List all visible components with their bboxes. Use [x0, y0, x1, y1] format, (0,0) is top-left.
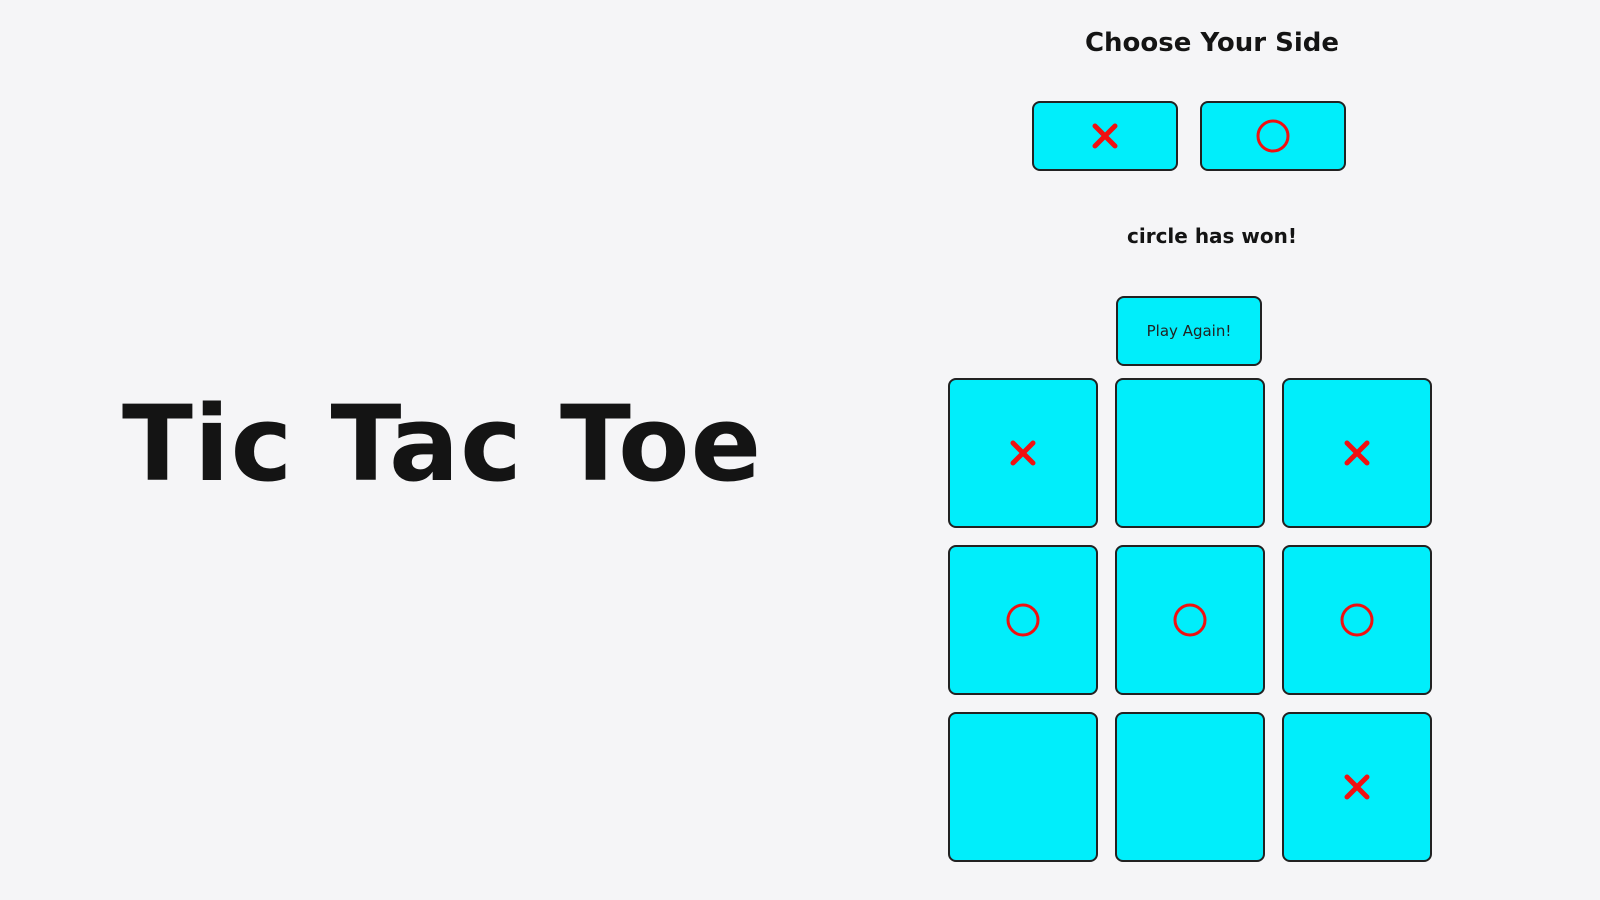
board-cell-1[interactable]	[948, 378, 1098, 528]
circle-icon	[1256, 119, 1290, 153]
side-picker-heading: Choose Your Side	[1084, 28, 1340, 58]
circle-icon	[1340, 603, 1374, 637]
board-cell-6[interactable]	[1282, 545, 1432, 695]
board-cell-3[interactable]	[1282, 378, 1432, 528]
cross-icon	[1344, 774, 1370, 800]
play-again-button[interactable]: Play Again!	[1116, 296, 1262, 366]
board-cell-9[interactable]	[1282, 712, 1432, 862]
choose-circle-button[interactable]	[1200, 101, 1346, 171]
game-board	[948, 378, 1432, 862]
game-status-message: circle has won!	[1127, 224, 1297, 248]
circle-icon	[1173, 603, 1207, 637]
page-title: Tic Tac Toe	[122, 383, 763, 505]
board-cell-2[interactable]	[1115, 378, 1265, 528]
board-cell-4[interactable]	[948, 545, 1098, 695]
circle-icon	[1006, 603, 1040, 637]
board-cell-7[interactable]	[948, 712, 1098, 862]
cross-icon	[1344, 440, 1370, 466]
cross-icon	[1092, 123, 1118, 149]
board-cell-8[interactable]	[1115, 712, 1265, 862]
board-cell-5[interactable]	[1115, 545, 1265, 695]
cross-icon	[1010, 440, 1036, 466]
game-page: Tic Tac Toe Choose Your Side circle has …	[0, 0, 1600, 900]
choose-cross-button[interactable]	[1032, 101, 1178, 171]
